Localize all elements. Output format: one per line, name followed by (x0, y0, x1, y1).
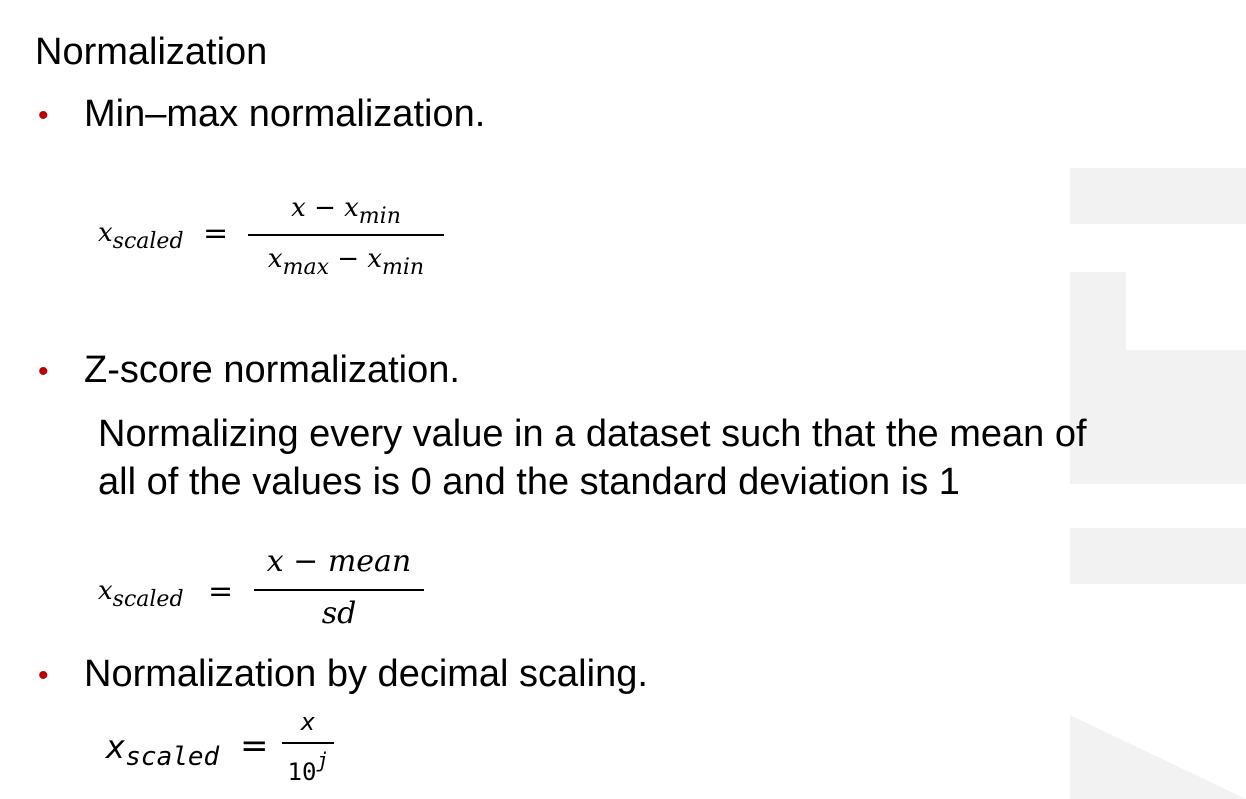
formula-denominator: 10j (287, 748, 329, 786)
formula-lhs: xscaled (98, 218, 184, 254)
formula-denominator: sd (321, 596, 357, 631)
background-wedge (1070, 715, 1246, 799)
formula-lhs: xscaled (106, 728, 220, 772)
fraction-bar (254, 589, 424, 591)
formula-numerator: x (300, 708, 316, 736)
bullet-marker: • (38, 659, 49, 692)
description-line-1: Normalizing every value in a dataset suc… (98, 413, 1087, 455)
formula-numerator: x − mean (266, 544, 412, 579)
bullet-marker: • (38, 355, 49, 388)
formula-numerator: x − xmin (291, 193, 401, 229)
background-block-lower (1070, 528, 1246, 584)
formula-lhs: xscaled (98, 576, 184, 612)
z-score-description: Normalizing every value in a dataset suc… (98, 410, 1087, 506)
background-block-top (1070, 168, 1246, 224)
bullet-z-score: Z-score normalization. (84, 349, 460, 391)
slide-title: Normalization (35, 31, 268, 73)
bullet-decimal-scaling: Normalization by decimal scaling. (84, 653, 648, 695)
fraction-bar (248, 234, 444, 236)
background-block-horizontal (1126, 350, 1246, 484)
description-line-2: all of the values is 0 and the standard … (98, 461, 960, 503)
fraction-bar (282, 742, 334, 744)
equals-sign: = (240, 726, 269, 766)
bullet-marker: • (38, 99, 49, 132)
equals-sign: = (208, 574, 234, 609)
bullet-min-max: Min–max normalization. (84, 93, 486, 135)
equals-sign: = (203, 216, 229, 251)
formula-denominator: xmax − xmin (267, 244, 425, 280)
